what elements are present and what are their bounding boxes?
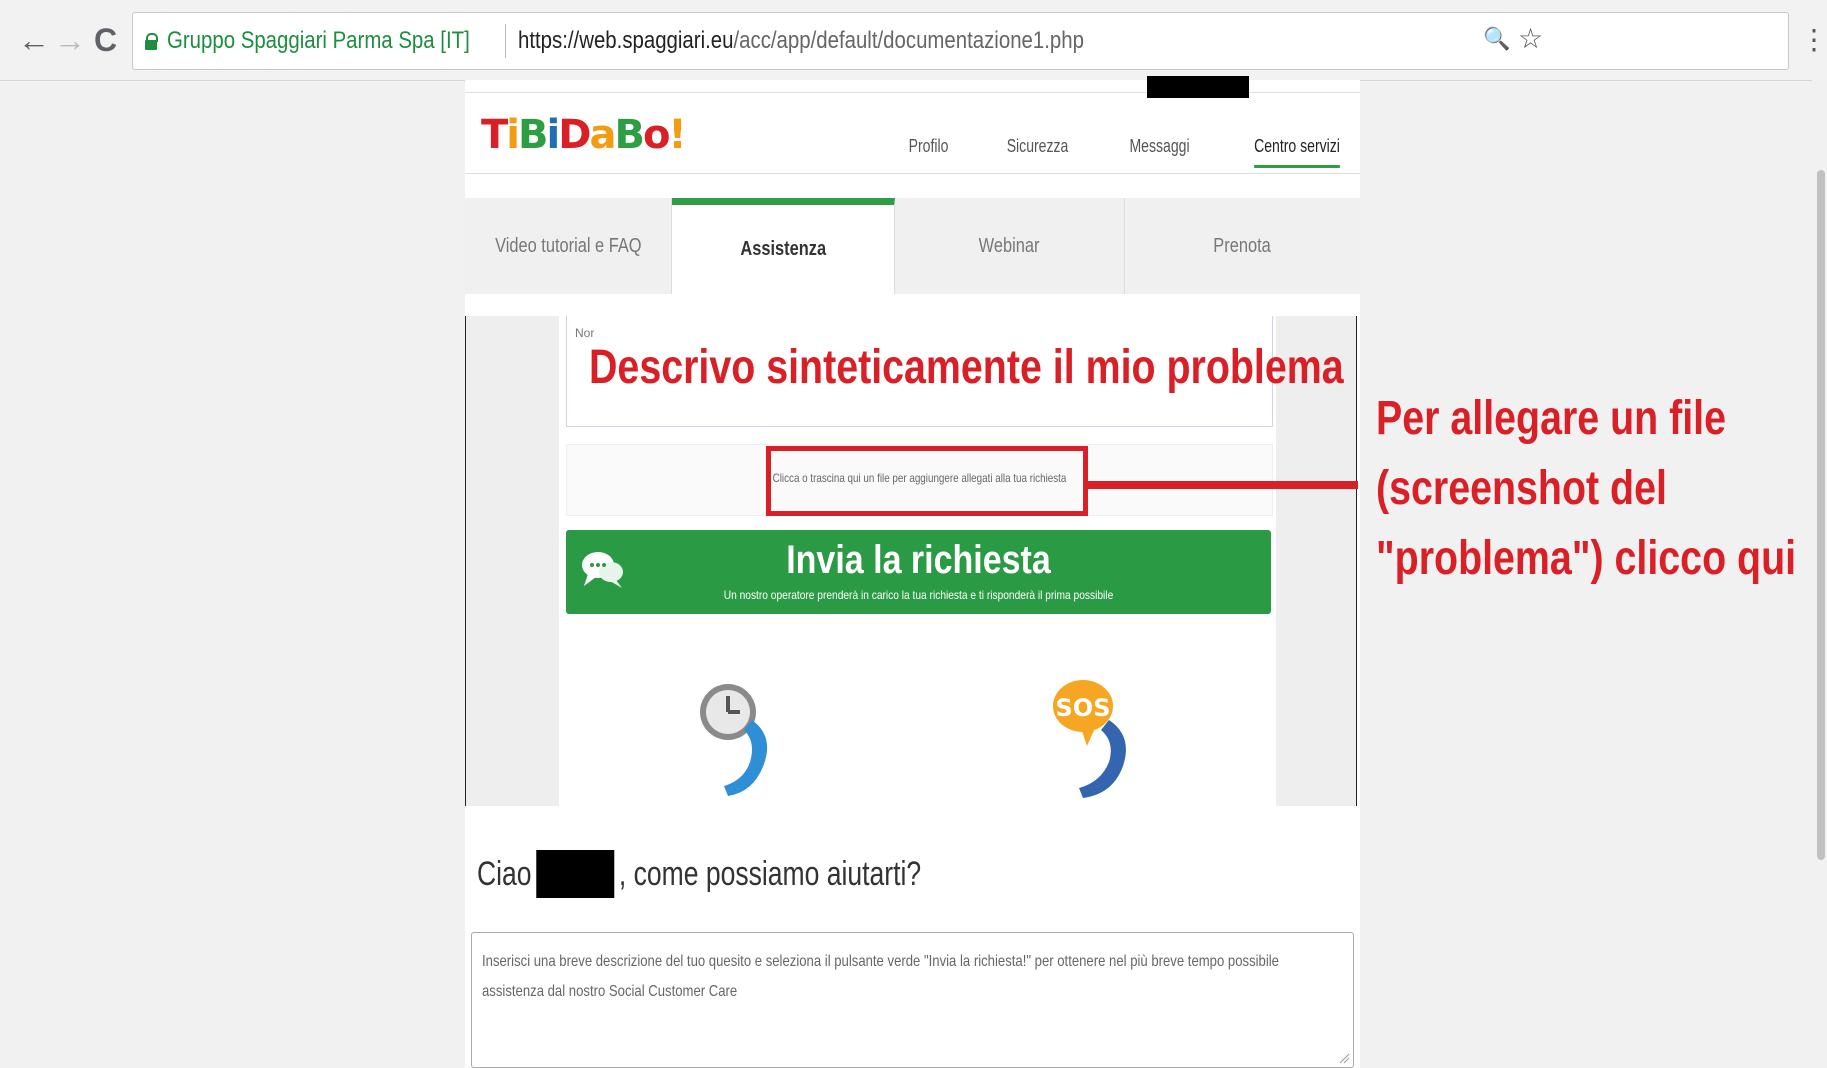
menu-icon[interactable]: ⋮ [1800,20,1827,60]
back-icon[interactable]: ← [18,20,50,60]
logo-letter: T [481,112,508,158]
annotation-callout: Per allegare un file (screenshot del "pr… [1376,384,1796,594]
panel-gutter-left [466,316,559,806]
tab-video-tutorial[interactable]: Video tutorial e FAQ [465,198,672,294]
topnav-item-profilo[interactable]: Profilo [908,136,948,168]
logo-letter: B [518,112,548,158]
zoom-icon[interactable]: 🔍 [1483,19,1510,59]
clock-phone-icon[interactable] [698,676,778,798]
tibidabo-logo[interactable]: TiBiDaBo! [481,112,687,158]
top-navigation: Profilo Sicurezza Messaggi Centro servizi [859,136,1352,168]
tab-assistenza[interactable]: Assistenza [672,198,895,294]
annotation-title: Descrivo sinteticamente il mio problema [589,341,1344,394]
logo-letter: o [642,112,671,158]
question-textarea[interactable]: Inserisci una breve descrizione del tuo … [471,932,1354,1068]
url-path: /acc/app/default/documentazione1.php [733,27,1085,54]
logo-letter: a [589,112,616,158]
greeting-heading: Ciao , come possiamo aiutarti? [477,850,921,898]
tab-label: Prenota [1213,234,1272,257]
reload-icon[interactable]: C [94,20,117,60]
lock-icon [145,33,158,50]
callout-line-3: "problema") clicco qui [1376,532,1797,585]
page-content: TiBiDaBo! Profilo Sicurezza Messaggi Centro… [465,76,1360,1068]
zoomed-form-panel: Nor Descrivo sinteticamente il mio probl… [465,316,1357,806]
greeting-suffix: , come possiamo aiutarti? [618,854,922,893]
problem-description-textarea[interactable]: Nor Descrivo sinteticamente il mio probl… [566,316,1344,427]
tab-label: Video tutorial e FAQ [494,234,642,257]
star-icon[interactable]: ☆ [1518,19,1543,59]
tab-label: Assistenza [740,238,826,260]
textarea-value: Nor [575,326,595,340]
logo-letter: ! [668,112,686,158]
address-bar[interactable]: Gruppo Spaggiari Parma Spa [IT] https://… [132,12,1789,70]
logo-letter: i [546,112,561,158]
service-tabs: Video tutorial e FAQ Assistenza Webinar … [465,198,1360,294]
tab-prenota[interactable]: Prenota [1125,198,1360,294]
url-text[interactable]: https://web.spaggiari.eu/acc/app/default… [518,27,1084,55]
sos-label: SOS [1056,694,1111,722]
redaction-block [1147,76,1249,98]
logo-letter: B [614,112,644,158]
browser-toolbar: ← → C Gruppo Spaggiari Parma Spa [IT] ht… [0,0,1827,81]
site-identity[interactable]: Gruppo Spaggiari Parma Spa [IT] [167,27,470,55]
address-separator [505,24,507,58]
greeting-prefix: Ciao [477,854,532,893]
logo-letter: i [506,112,520,158]
header-divider [465,173,1360,174]
question-placeholder: Inserisci una breve descrizione del tuo … [482,953,1279,1000]
topnav-item-sicurezza[interactable]: Sicurezza [1007,136,1069,168]
send-button-subtitle: Un nostro operatore prenderà in carico l… [723,588,1114,602]
redacted-username [536,850,615,898]
annotation-highlight-box [766,446,1088,516]
send-request-button[interactable]: Invia la richiesta Un nostro operatore p… [566,530,1271,614]
resize-handle-icon[interactable] [1338,1052,1350,1064]
send-button-label: Invia la richiesta [786,538,1051,582]
url-domain: https://web.spaggiari.eu [518,27,734,54]
logo-letter: D [558,112,591,158]
annotation-connector-line [1088,481,1358,489]
topnav-item-messaggi[interactable]: Messaggi [1129,136,1189,168]
tab-webinar[interactable]: Webinar [895,198,1125,294]
scrollbar-thumb[interactable] [1817,170,1825,860]
topnav-item-centro-servizi[interactable]: Centro servizi [1254,136,1340,168]
sos-phone-icon[interactable]: SOS [1051,676,1135,800]
callout-line-1: Per allegare un file [1376,392,1727,445]
callout-line-2: (screenshot del [1376,462,1667,515]
tab-label: Webinar [979,234,1040,257]
forward-icon[interactable]: → [54,20,86,60]
